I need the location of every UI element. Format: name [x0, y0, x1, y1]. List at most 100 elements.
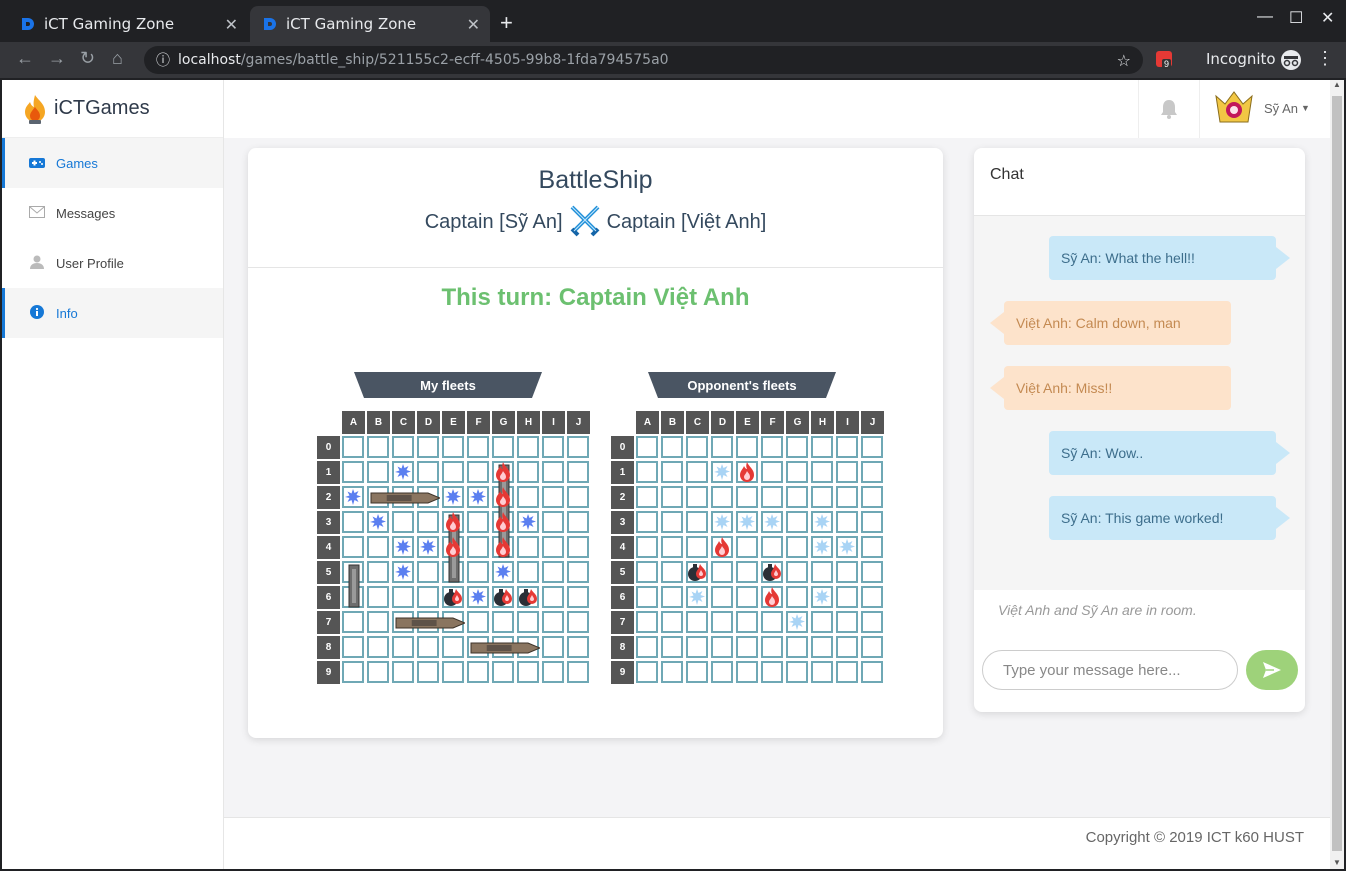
- board-cell[interactable]: [811, 486, 833, 508]
- board-cell[interactable]: [542, 436, 564, 458]
- board-cell[interactable]: [342, 611, 364, 633]
- board-cell[interactable]: [736, 611, 758, 633]
- board-cell[interactable]: [636, 661, 658, 683]
- board-cell[interactable]: [786, 636, 808, 658]
- board-cell[interactable]: [636, 486, 658, 508]
- bookmark-star-icon[interactable]: ☆: [1117, 51, 1131, 70]
- board-cell[interactable]: [636, 511, 658, 533]
- board-cell[interactable]: [517, 486, 539, 508]
- board-cell[interactable]: [686, 486, 708, 508]
- board-cell[interactable]: [761, 461, 783, 483]
- board-cell[interactable]: [567, 661, 589, 683]
- board-cell[interactable]: [467, 661, 489, 683]
- board-cell[interactable]: [861, 536, 883, 558]
- board-cell[interactable]: [567, 511, 589, 533]
- board-cell[interactable]: [836, 461, 858, 483]
- board-cell[interactable]: [686, 536, 708, 558]
- user-menu[interactable]: Sỹ An ▼: [1214, 90, 1310, 126]
- board-cell[interactable]: [686, 661, 708, 683]
- board-cell[interactable]: [367, 436, 389, 458]
- board-cell[interactable]: [567, 636, 589, 658]
- scrollbar-thumb[interactable]: [1332, 96, 1342, 851]
- board-cell[interactable]: [467, 611, 489, 633]
- board-cell[interactable]: [467, 536, 489, 558]
- sidebar-item-info[interactable]: Info: [2, 288, 223, 338]
- new-tab-icon[interactable]: +: [500, 10, 513, 36]
- sidebar-item-user-profile[interactable]: User Profile: [2, 238, 223, 288]
- board-cell[interactable]: [542, 486, 564, 508]
- board-cell[interactable]: [811, 636, 833, 658]
- board-cell[interactable]: [636, 586, 658, 608]
- board-cell[interactable]: [836, 636, 858, 658]
- board-cell[interactable]: [367, 561, 389, 583]
- board-cell[interactable]: [761, 611, 783, 633]
- board-cell[interactable]: [661, 486, 683, 508]
- board-cell[interactable]: [567, 436, 589, 458]
- sidebar-item-messages[interactable]: Messages: [2, 188, 223, 238]
- board-cell[interactable]: [517, 661, 539, 683]
- board-cell[interactable]: [636, 461, 658, 483]
- maximize-icon[interactable]: ☐: [1289, 8, 1303, 28]
- board-cell[interactable]: [836, 661, 858, 683]
- board-cell[interactable]: [661, 511, 683, 533]
- board-cell[interactable]: [567, 536, 589, 558]
- board-cell[interactable]: [861, 636, 883, 658]
- board-cell[interactable]: [417, 636, 439, 658]
- scroll-up-icon[interactable]: ▲: [1333, 80, 1341, 89]
- board-cell[interactable]: [711, 436, 733, 458]
- board-cell[interactable]: [367, 586, 389, 608]
- board-cell[interactable]: [661, 561, 683, 583]
- board-cell[interactable]: [811, 436, 833, 458]
- board-cell[interactable]: [342, 461, 364, 483]
- board-cell[interactable]: [467, 561, 489, 583]
- board-cell[interactable]: [442, 636, 464, 658]
- board-cell[interactable]: [836, 611, 858, 633]
- brand[interactable]: iCTGames: [2, 80, 223, 138]
- board-cell[interactable]: [567, 561, 589, 583]
- browser-menu-icon[interactable]: ⋮: [1316, 48, 1334, 69]
- board-cell[interactable]: [686, 436, 708, 458]
- board-cell[interactable]: [836, 511, 858, 533]
- board-cell[interactable]: [492, 611, 514, 633]
- board-cell[interactable]: [861, 436, 883, 458]
- board-cell[interactable]: [636, 561, 658, 583]
- board-cell[interactable]: [417, 511, 439, 533]
- board-cell[interactable]: [417, 586, 439, 608]
- board-cell[interactable]: [567, 611, 589, 633]
- board-cell[interactable]: [786, 486, 808, 508]
- board-cell[interactable]: [736, 661, 758, 683]
- board-cell[interactable]: [711, 586, 733, 608]
- board-cell[interactable]: [661, 636, 683, 658]
- page-scrollbar[interactable]: ▲ ▼: [1330, 80, 1344, 869]
- board-cell[interactable]: [736, 486, 758, 508]
- board-cell[interactable]: [542, 561, 564, 583]
- board-cell[interactable]: [417, 461, 439, 483]
- home-icon[interactable]: ⌂: [112, 48, 123, 69]
- board-cell[interactable]: [686, 636, 708, 658]
- board-cell[interactable]: [392, 586, 414, 608]
- board-cell[interactable]: [636, 436, 658, 458]
- board-cell[interactable]: [567, 586, 589, 608]
- board-cell[interactable]: [367, 636, 389, 658]
- extension-icon[interactable]: 9: [1156, 51, 1172, 69]
- board-cell[interactable]: [711, 611, 733, 633]
- board-cell[interactable]: [392, 511, 414, 533]
- board-cell[interactable]: [736, 561, 758, 583]
- board-cell[interactable]: [786, 461, 808, 483]
- board-cell[interactable]: [861, 661, 883, 683]
- board-cell[interactable]: [861, 611, 883, 633]
- board-cell[interactable]: [661, 436, 683, 458]
- board-cell[interactable]: [861, 511, 883, 533]
- board-cell[interactable]: [811, 611, 833, 633]
- board-cell[interactable]: [367, 536, 389, 558]
- board-cell[interactable]: [686, 611, 708, 633]
- board-cell[interactable]: [711, 486, 733, 508]
- board-cell[interactable]: [761, 436, 783, 458]
- chat-message-input[interactable]: [982, 650, 1238, 690]
- board-cell[interactable]: [761, 536, 783, 558]
- reload-icon[interactable]: ↻: [80, 48, 95, 69]
- board-cell[interactable]: [542, 536, 564, 558]
- board-cell[interactable]: [836, 586, 858, 608]
- board-cell[interactable]: [342, 661, 364, 683]
- board-cell[interactable]: [517, 536, 539, 558]
